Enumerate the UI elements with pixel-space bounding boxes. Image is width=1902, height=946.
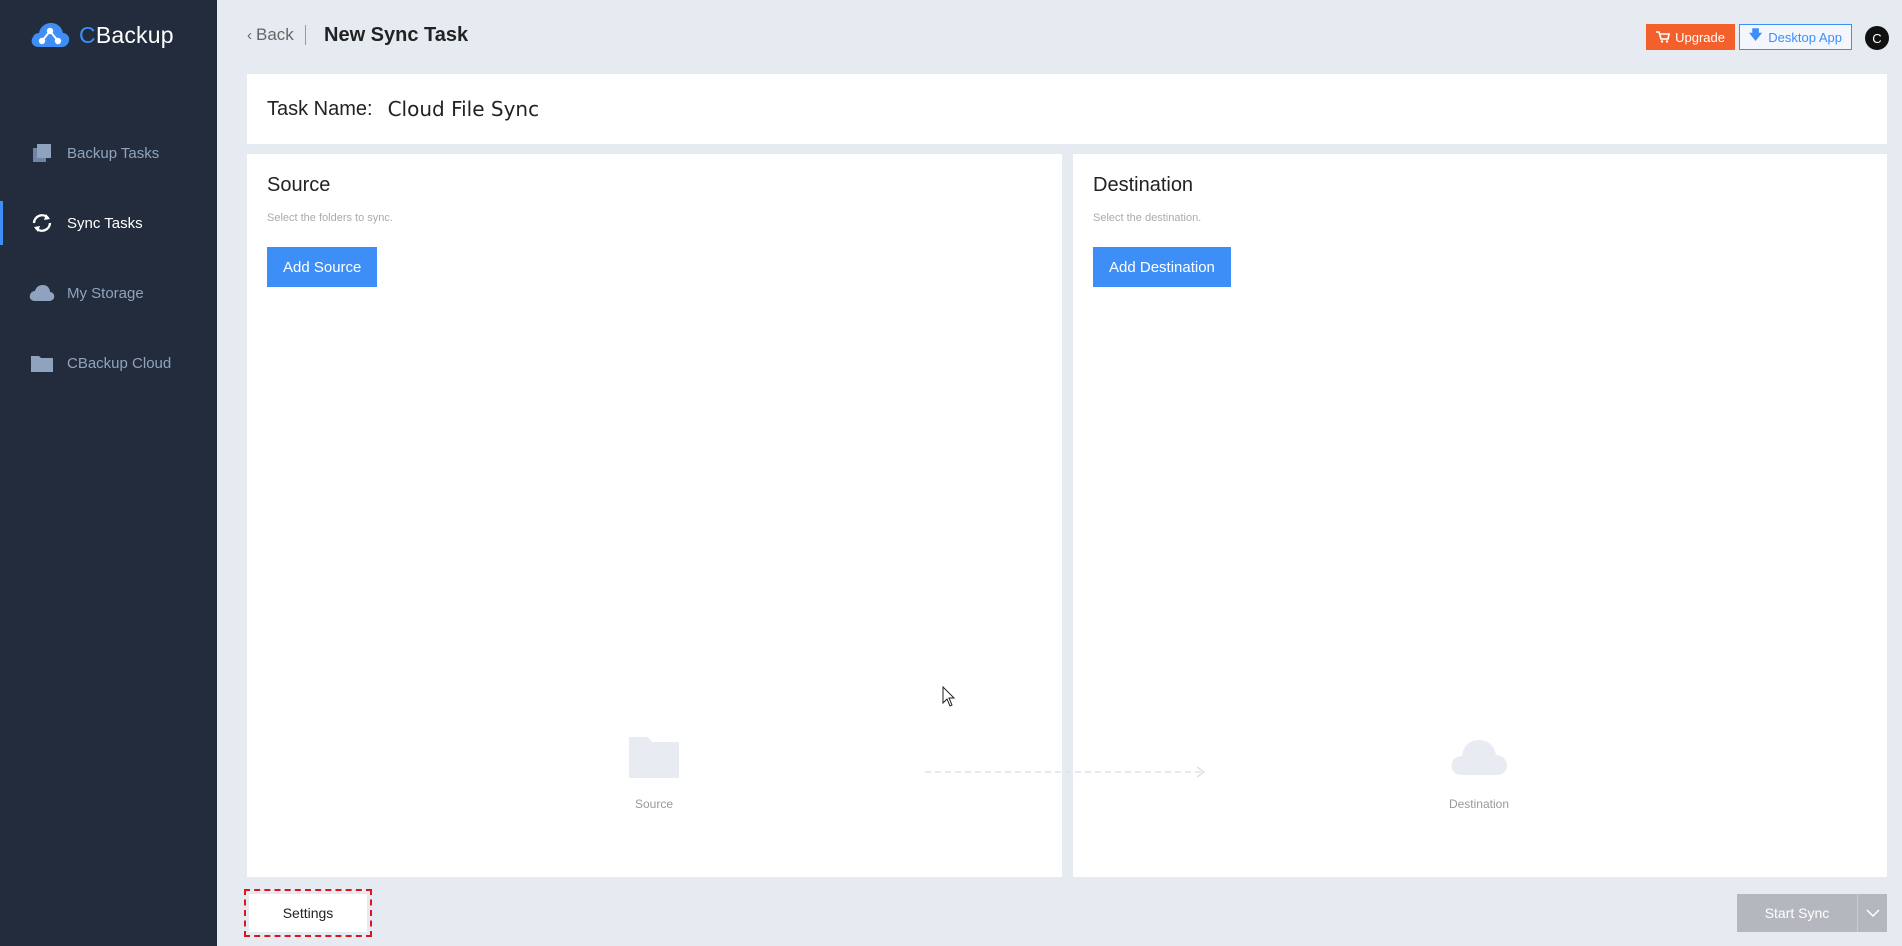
divider: [305, 25, 306, 45]
sidebar-item-label: Sync Tasks: [67, 214, 143, 232]
sidebar-item-label: CBackup Cloud: [67, 354, 172, 372]
app-logo[interactable]: CBackup: [29, 19, 174, 51]
add-source-button[interactable]: Add Source: [267, 247, 378, 287]
task-name-label: Task Name:: [267, 97, 373, 120]
top-header: ‹ Back New Sync Task Upgrade 🡇 Desktop A…: [217, 0, 1902, 72]
avatar[interactable]: C: [1865, 26, 1889, 50]
source-illustration-label: Source: [634, 797, 674, 811]
task-name-input[interactable]: [387, 97, 988, 121]
page-title: New Sync Task: [324, 24, 469, 46]
destination-title: Destination: [1093, 174, 1194, 196]
settings-highlight: Settings: [244, 889, 372, 937]
upgrade-button[interactable]: Upgrade: [1646, 24, 1735, 50]
sidebar-item-my-storage[interactable]: My Storage: [0, 258, 217, 328]
back-label: Back: [256, 25, 294, 44]
folder-icon: [29, 352, 55, 374]
sidebar: CBackup Backup Tasks Sync Tasks My Stora…: [0, 0, 217, 946]
cloud-share-icon: [31, 23, 70, 47]
flow-arrow-icon: [925, 766, 1206, 778]
add-destination-button[interactable]: Add Destination: [1093, 247, 1231, 287]
source-title: Source: [267, 174, 331, 196]
start-sync-label: Start Sync: [1764, 905, 1830, 921]
mouse-pointer-icon: [942, 686, 956, 707]
desktop-app-button[interactable]: 🡇 Desktop App: [1738, 24, 1852, 50]
desktop-app-label: Desktop App: [1768, 29, 1842, 45]
copy-icon: [29, 142, 55, 164]
download-icon: 🡇: [1748, 27, 1763, 42]
back-button[interactable]: ‹ Back: [247, 25, 294, 45]
folder-icon: [629, 737, 679, 778]
source-hint: Select the folders to sync.: [267, 212, 393, 224]
chevron-left-icon: ‹: [247, 26, 252, 44]
sidebar-item-cbackup-cloud[interactable]: CBackup Cloud: [0, 328, 217, 398]
destination-hint: Select the destination.: [1093, 212, 1202, 224]
destination-illustration-label: Destination: [1448, 797, 1510, 811]
start-sync-button[interactable]: Start Sync: [1737, 894, 1887, 932]
sidebar-item-sync-tasks[interactable]: Sync Tasks: [0, 188, 217, 258]
settings-button[interactable]: Settings: [249, 894, 367, 932]
sidebar-nav: Backup Tasks Sync Tasks My Storage CBack…: [0, 118, 217, 398]
sync-icon: [29, 212, 55, 234]
upgrade-label: Upgrade: [1675, 29, 1725, 45]
sidebar-item-backup-tasks[interactable]: Backup Tasks: [0, 118, 217, 188]
cloud-icon: [1451, 740, 1508, 775]
cart-icon: [1656, 31, 1671, 43]
cloud-icon: [29, 282, 55, 304]
sidebar-item-label: My Storage: [67, 284, 144, 302]
chevron-down-icon[interactable]: [1857, 894, 1887, 932]
app-name: CBackup: [79, 21, 174, 48]
task-name-bar: Task Name:: [247, 74, 1887, 144]
sidebar-item-label: Backup Tasks: [67, 144, 160, 162]
